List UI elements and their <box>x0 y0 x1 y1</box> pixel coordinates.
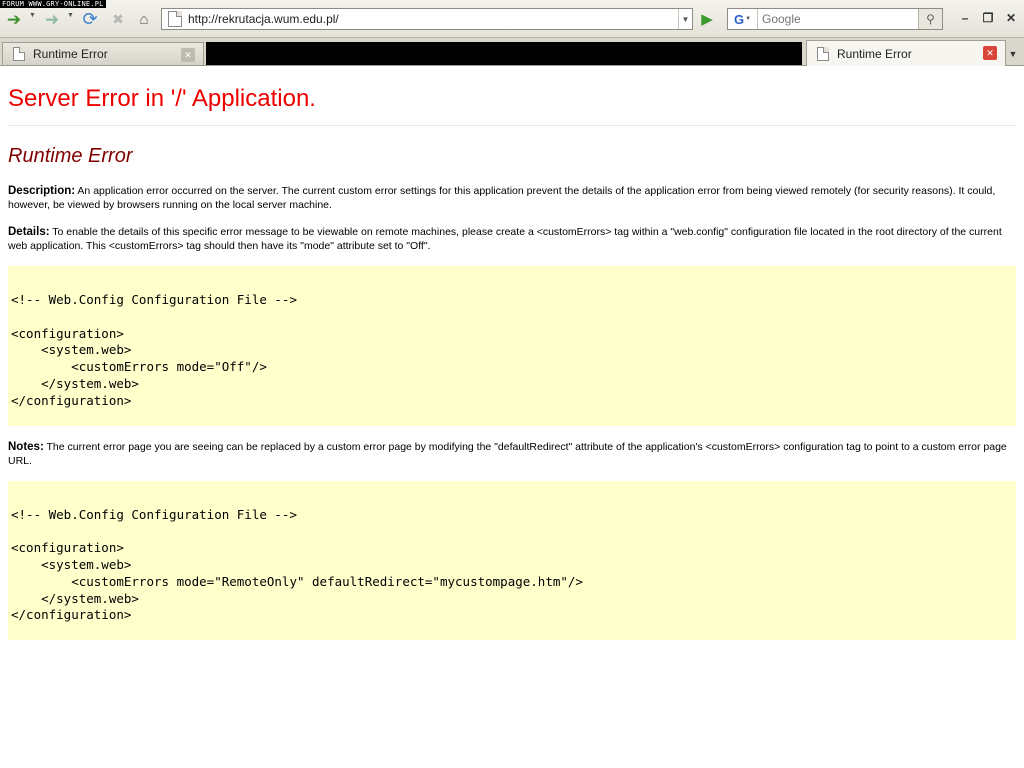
address-bar[interactable]: http://rekrutacja.wum.edu.pl/ ▼ <box>161 8 693 30</box>
minimize-icon[interactable]: – <box>956 9 974 27</box>
forward-history-dropdown-icon[interactable]: ▼ <box>67 12 74 19</box>
close-tab-icon[interactable]: ✕ <box>181 48 195 62</box>
notes-paragraph: Notes: The current error page you are se… <box>8 440 1016 468</box>
close-window-icon[interactable]: ✕ <box>1002 9 1020 27</box>
url-text[interactable]: http://rekrutacja.wum.edu.pl/ <box>188 12 678 26</box>
code-block-config-off: <!-- Web.Config Configuration File --> <… <box>8 266 1016 426</box>
stop-icon[interactable]: ✖ <box>107 8 129 30</box>
url-history-dropdown-icon[interactable]: ▼ <box>678 9 692 29</box>
code-block-config-remote: <!-- Web.Config Configuration File --> <… <box>8 480 1016 641</box>
tab-runtime-error-1[interactable]: Runtime Error ✕ <box>2 42 204 65</box>
search-icon[interactable]: ⚲ <box>918 9 942 29</box>
watermark: FORUM WWW.GRY-ONLINE.PL <box>0 0 106 8</box>
details-label: Details: <box>8 226 50 238</box>
notes-label: Notes: <box>8 440 44 453</box>
back-arrow-icon[interactable]: ➔ <box>3 8 25 30</box>
search-box[interactable]: G▼ ⚲ <box>727 8 943 30</box>
tab-list-dropdown-icon[interactable]: ▼ <box>1004 44 1022 64</box>
page-icon <box>817 46 829 61</box>
error-subtitle: Runtime Error <box>8 145 133 167</box>
home-icon[interactable]: ⌂ <box>133 8 155 30</box>
tab-redacted-3[interactable] <box>604 42 802 65</box>
tab-runtime-error-active[interactable]: Runtime Error ✕ <box>806 40 1006 66</box>
reload-icon[interactable]: ⟳ <box>79 8 101 30</box>
go-icon[interactable]: ▶ <box>697 9 717 29</box>
tab-redacted-2[interactable] <box>404 42 604 65</box>
page-icon <box>168 11 182 27</box>
navigation-toolbar: ➔ ▼ ➜ ▼ ⟳ ✖ ⌂ http://rekrutacja.wum.edu.… <box>0 0 1024 38</box>
chevron-down-icon: ▼ <box>745 16 752 22</box>
description-label: Description: <box>8 185 76 197</box>
tab-bar: Runtime Error ✕ Runtime Error ✕ ▼ <box>0 38 1024 66</box>
tab-label: Runtime Error <box>837 46 912 61</box>
restore-icon[interactable]: ❐ <box>979 9 997 27</box>
divider <box>8 125 1016 126</box>
details-text: To enable the details of this specific e… <box>8 226 1002 252</box>
search-input[interactable] <box>758 12 918 26</box>
page-icon <box>13 47 25 61</box>
back-history-dropdown-icon[interactable]: ▼ <box>29 12 36 19</box>
tab-redacted-1[interactable] <box>206 42 404 65</box>
description-text: An application error occurred on the ser… <box>8 185 996 211</box>
page-title: Server Error in '/' Application. <box>8 85 316 112</box>
close-tab-icon[interactable]: ✕ <box>983 46 997 60</box>
notes-text: The current error page you are seeing ca… <box>8 440 1007 467</box>
description-paragraph: Description: An application error occurr… <box>8 184 1016 212</box>
page-content: Server Error in '/' Application. Runtime… <box>0 67 1024 768</box>
google-icon: G <box>733 11 745 27</box>
forward-arrow-icon[interactable]: ➜ <box>41 8 63 30</box>
tab-label: Runtime Error <box>33 47 108 61</box>
search-engine-selector[interactable]: G ▼ <box>728 9 758 29</box>
details-paragraph: Details: To enable the details of this s… <box>8 225 1016 253</box>
